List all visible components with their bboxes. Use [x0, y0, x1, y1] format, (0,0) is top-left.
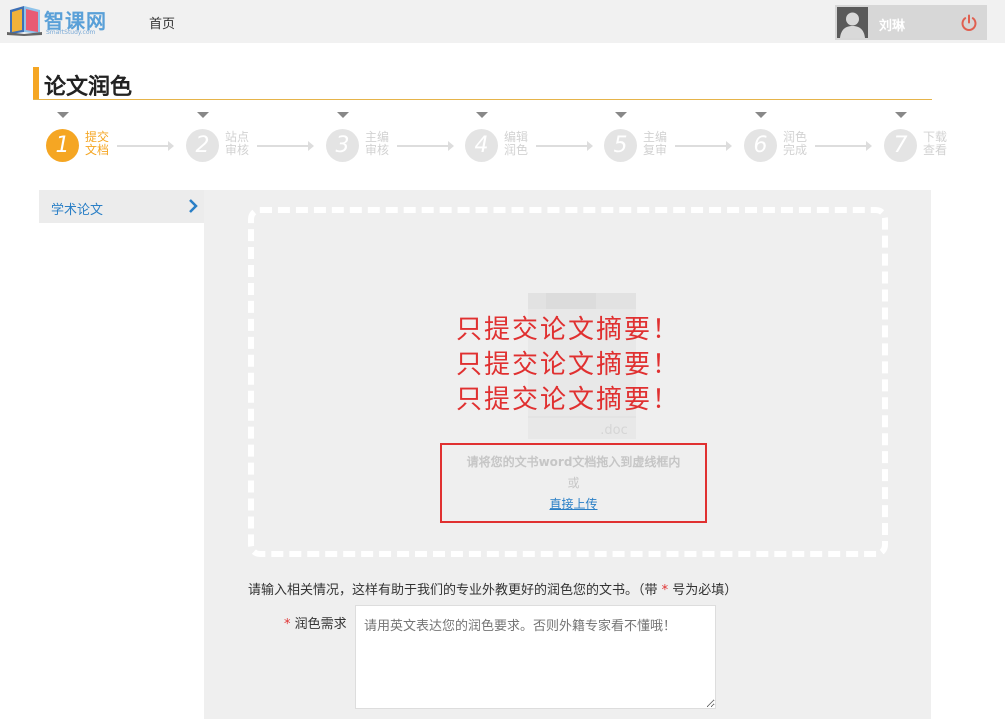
step-7: 7 下载查看 [878, 112, 1005, 172]
step-marker-icon [615, 112, 627, 118]
main-panel: .doc 只提交论文摘要！ 只提交论文摘要！ 只提交论文摘要！ 请将您的文书wo… [204, 190, 931, 719]
step-marker-icon [476, 112, 488, 118]
step-marker-icon [197, 112, 209, 118]
sidebar-item-academic-paper[interactable]: 学术论文 [39, 190, 204, 223]
step-arrow-icon [117, 141, 174, 151]
step-number: 5 [604, 129, 637, 162]
polish-request-label: * 润色需求 [284, 613, 347, 632]
step-3: 3 主编审核 [320, 112, 460, 172]
upload-hint-box: 请将您的文书word文档拖入到虚线框内 或 直接上传 [440, 443, 707, 523]
logo-subtext: SmartStudy.com [46, 29, 96, 36]
step-label: 主编复审 [643, 130, 668, 157]
step-number: 7 [884, 129, 917, 162]
direct-upload-link[interactable]: 直接上传 [442, 495, 705, 512]
site-logo[interactable]: 智课网 SmartStudy.com [4, 2, 114, 40]
doc-extension: .doc [600, 423, 628, 438]
step-label: 站点审核 [225, 130, 250, 157]
step-label: 润色完成 [783, 130, 808, 157]
user-avatar-icon [837, 7, 868, 38]
username: 刘琳 [879, 19, 906, 34]
step-1: 1 提交文档 [40, 112, 180, 172]
progress-steps: 1 提交文档 2 站点审核 3 主编审核 4 编辑润色 5 主编复审 6 润色完… [40, 112, 970, 172]
step-marker-icon [895, 112, 907, 118]
book-logo-icon [7, 6, 42, 36]
step-number: 6 [744, 129, 777, 162]
step-label: 编辑润色 [504, 130, 529, 157]
step-arrow-icon [675, 141, 732, 151]
step-arrow-icon [257, 141, 314, 151]
chevron-right-icon [189, 199, 198, 213]
step-number: 1 [46, 129, 79, 162]
note-text-end: 号为必填） [668, 583, 738, 598]
form-note: 请输入相关情况，这样有助于我们的专业外教更好的润色您的文书。（带 * 号为必填） [248, 579, 737, 598]
step-marker-icon [755, 112, 767, 118]
step-number: 3 [326, 129, 359, 162]
note-text: 请输入相关情况，这样有助于我们的专业外教更好的润色您的文书。（带 [248, 583, 662, 598]
warning-text: 只提交论文摘要！ [455, 350, 680, 379]
step-number: 4 [465, 129, 498, 162]
power-icon[interactable] [959, 13, 979, 33]
step-6: 6 润色完成 [738, 112, 878, 172]
step-label: 主编审核 [365, 130, 390, 157]
step-marker-icon [57, 112, 69, 118]
or-text: 或 [567, 476, 580, 490]
step-4: 4 编辑润色 [459, 112, 599, 172]
step-label: 下载查看 [923, 130, 948, 157]
polish-request-textarea[interactable] [355, 605, 716, 709]
nav-home-link[interactable]: 首页 [149, 13, 175, 32]
step-arrow-icon [536, 141, 593, 151]
step-2: 2 站点审核 [180, 112, 320, 172]
warning-text: 只提交论文摘要！ [455, 315, 680, 344]
user-box[interactable]: 刘琳 [835, 5, 987, 40]
warning-text: 只提交论文摘要！ [455, 385, 680, 414]
step-label: 提交文档 [85, 130, 110, 157]
step-marker-icon [337, 112, 349, 118]
drag-hint: 请将您的文书word文档拖入到虚线框内 [466, 455, 681, 469]
required-star: * [284, 617, 291, 632]
avatar[interactable] [837, 7, 868, 38]
field-label-text: 润色需求 [294, 617, 347, 632]
page-title: 论文润色 [44, 75, 133, 100]
step-5: 5 主编复审 [598, 112, 738, 172]
step-arrow-icon [815, 141, 872, 151]
step-number: 2 [186, 129, 219, 162]
title-accent-bar [33, 67, 39, 99]
page-title-bar: 论文润色 [33, 67, 932, 100]
top-nav-bar: 智课网 SmartStudy.com 首页 刘琳 [0, 0, 1005, 43]
step-arrow-icon [397, 141, 454, 151]
sidebar-item-label: 学术论文 [51, 203, 104, 218]
